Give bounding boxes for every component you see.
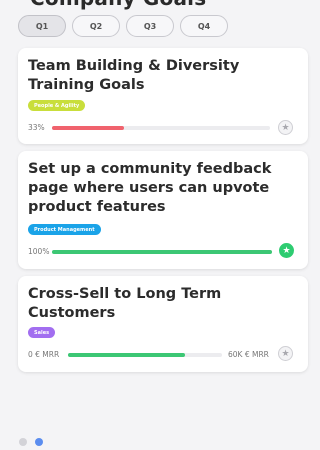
goal-tag: Sales [28, 327, 56, 338]
star-icon[interactable]: ★ [278, 346, 293, 361]
pagination-dots [19, 438, 43, 446]
tab-q3[interactable]: Q3 [126, 15, 174, 37]
star-icon[interactable]: ★ [278, 120, 293, 135]
progress-start-label: 33% [28, 123, 45, 132]
progress-fill [68, 353, 186, 357]
goal-title: Set up a community feedback page where u… [28, 161, 272, 215]
tab-q1[interactable]: Q1 [18, 15, 66, 37]
goal-title: Team Building & Diversity Training Goals [28, 58, 240, 93]
goal-tag: People & Agility [28, 100, 86, 111]
progress-fill [52, 250, 272, 254]
quarter-tabs: Q1 Q2 Q3 Q4 [18, 15, 228, 37]
star-icon[interactable]: ★ [279, 243, 294, 258]
goal-title: Cross-Sell to Long Term Customers [28, 286, 222, 321]
tab-q2[interactable]: Q2 [72, 15, 120, 37]
goal-tag: Product Management [28, 224, 101, 235]
progress-track [52, 250, 272, 254]
goal-card[interactable]: Cross-Sell to Long Term Customers Sales … [18, 276, 308, 372]
tab-q4[interactable]: Q4 [180, 15, 228, 37]
progress-target-label: 60K € MRR [228, 350, 269, 359]
goal-card[interactable]: Set up a community feedback page where u… [18, 151, 308, 269]
pagination-dot[interactable] [19, 438, 27, 446]
progress-start-label: 0 € MRR [28, 350, 60, 359]
progress-fill [52, 126, 124, 130]
page-title: Company Goals [30, 0, 206, 10]
progress-start-label: 100% [28, 247, 50, 256]
progress-track [68, 353, 222, 357]
progress-track [52, 126, 270, 130]
pagination-dot[interactable] [35, 438, 43, 446]
goal-card[interactable]: Team Building & Diversity Training Goals… [18, 48, 308, 144]
